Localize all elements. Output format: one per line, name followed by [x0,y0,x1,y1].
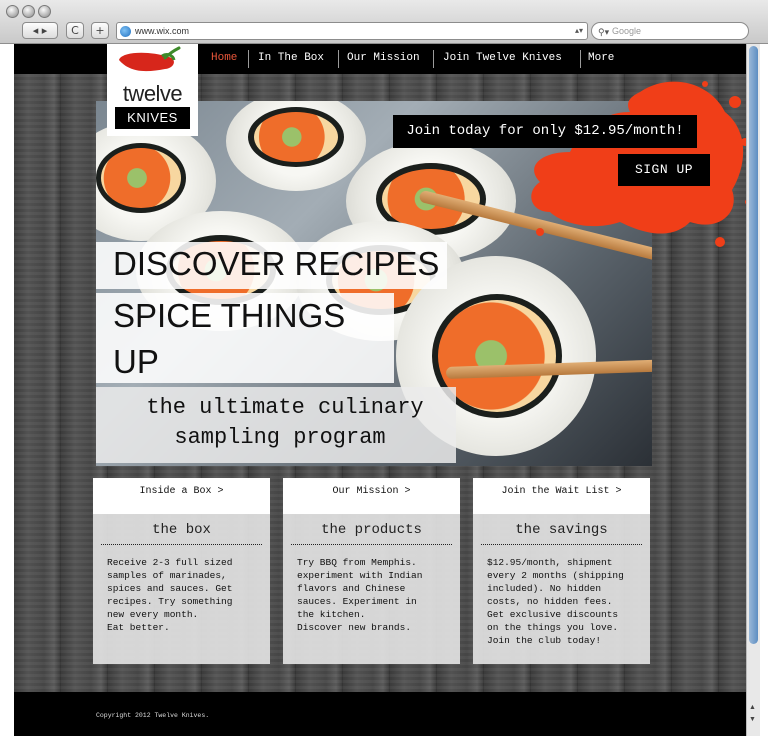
minimize-window-icon[interactable] [22,5,35,18]
tagline-line: the ultimate culinary [146,395,424,420]
scrollbar-thumb[interactable] [749,46,758,644]
card-body: Try BBQ from Memphis. experiment with In… [297,557,423,633]
search-field[interactable]: ⚲▾ Google [591,22,749,40]
promo-banner: Join today for only $12.95/month! [393,115,697,148]
address-bar[interactable]: www.wix.com ▴▾ [116,22,588,40]
tagline: the ultimate culinary sampling program [96,387,456,463]
card-divider [481,544,642,545]
copyright-text: Copyright 2012 Twelve Knives. [96,712,210,719]
inside-a-box-button[interactable]: Inside a Box > [93,478,270,514]
page-footer: Copyright 2012 Twelve Knives. [14,692,746,736]
headline-spice-things-up: SPICE THINGS UP [96,293,394,383]
sign-up-button[interactable]: SIGN UP [618,154,710,186]
address-text: www.wix.com [135,26,190,36]
card-divider [291,544,452,545]
page-viewport: Home In The Box Our Mission Join Twelve … [14,44,746,736]
card-title: the products [321,522,422,538]
browser-toolbar: ◂ ▸ C + www.wix.com ▴▾ ⚲▾ Google [0,0,768,44]
nav-divider [580,50,581,68]
nav-join-twelve-knives[interactable]: Join Twelve Knives [443,52,562,64]
tagline-line: sampling program [174,425,386,450]
sushi-roll [226,101,366,191]
card-divider [101,544,262,545]
nav-in-the-box[interactable]: In The Box [258,52,324,64]
add-tab-button[interactable]: + [91,22,109,39]
scroll-up-icon[interactable]: ▲ [749,704,756,711]
chili-pepper-icon [119,46,181,72]
globe-icon [120,26,131,37]
close-window-icon[interactable] [6,5,19,18]
nav-divider [248,50,249,68]
card-body: Receive 2-3 full sized samples of marina… [107,557,233,633]
vertical-scrollbar[interactable]: ▲ ▼ [746,44,760,736]
nav-divider [433,50,434,68]
card-the-box: Inside a Box > the box Receive 2-3 full … [93,478,270,664]
headline-line: SPICE THINGS [113,297,346,334]
card-title: the box [152,522,211,538]
card-title: the savings [515,522,608,538]
nav-divider [338,50,339,68]
card-the-savings: Join the Wait List > the savings $12.95/… [473,478,650,664]
back-forward-button[interactable]: ◂ ▸ [22,22,58,39]
reload-button[interactable]: C [66,22,84,39]
site-logo[interactable]: twelve KNIVES [107,44,198,136]
card-body: $12.95/month, shipment every 2 months (s… [487,557,624,646]
browser-window: ◂ ▸ C + www.wix.com ▴▾ ⚲▾ Google Home In… [0,0,768,751]
logo-subtitle: KNIVES [115,107,190,129]
card-the-products: Our Mission > the products Try BBQ from … [283,478,460,664]
headline-line: UP [113,343,159,380]
window-bottom-frame [0,736,768,751]
scroll-down-icon[interactable]: ▼ [749,716,756,723]
headline-discover-recipes: DISCOVER RECIPES [96,242,447,289]
search-icon: ⚲▾ [598,27,610,37]
zoom-window-icon[interactable] [38,5,51,18]
nav-more[interactable]: More [588,52,614,64]
search-placeholder: Google [612,26,642,36]
join-wait-list-button[interactable]: Join the Wait List > [473,478,650,514]
window-left-frame [0,44,14,736]
nav-our-mission[interactable]: Our Mission [347,52,420,64]
our-mission-button[interactable]: Our Mission > [283,478,460,514]
address-dropdown-icon[interactable]: ▴▾ [575,23,583,39]
nav-home[interactable]: Home [211,52,237,64]
logo-word: twelve [122,81,183,106]
